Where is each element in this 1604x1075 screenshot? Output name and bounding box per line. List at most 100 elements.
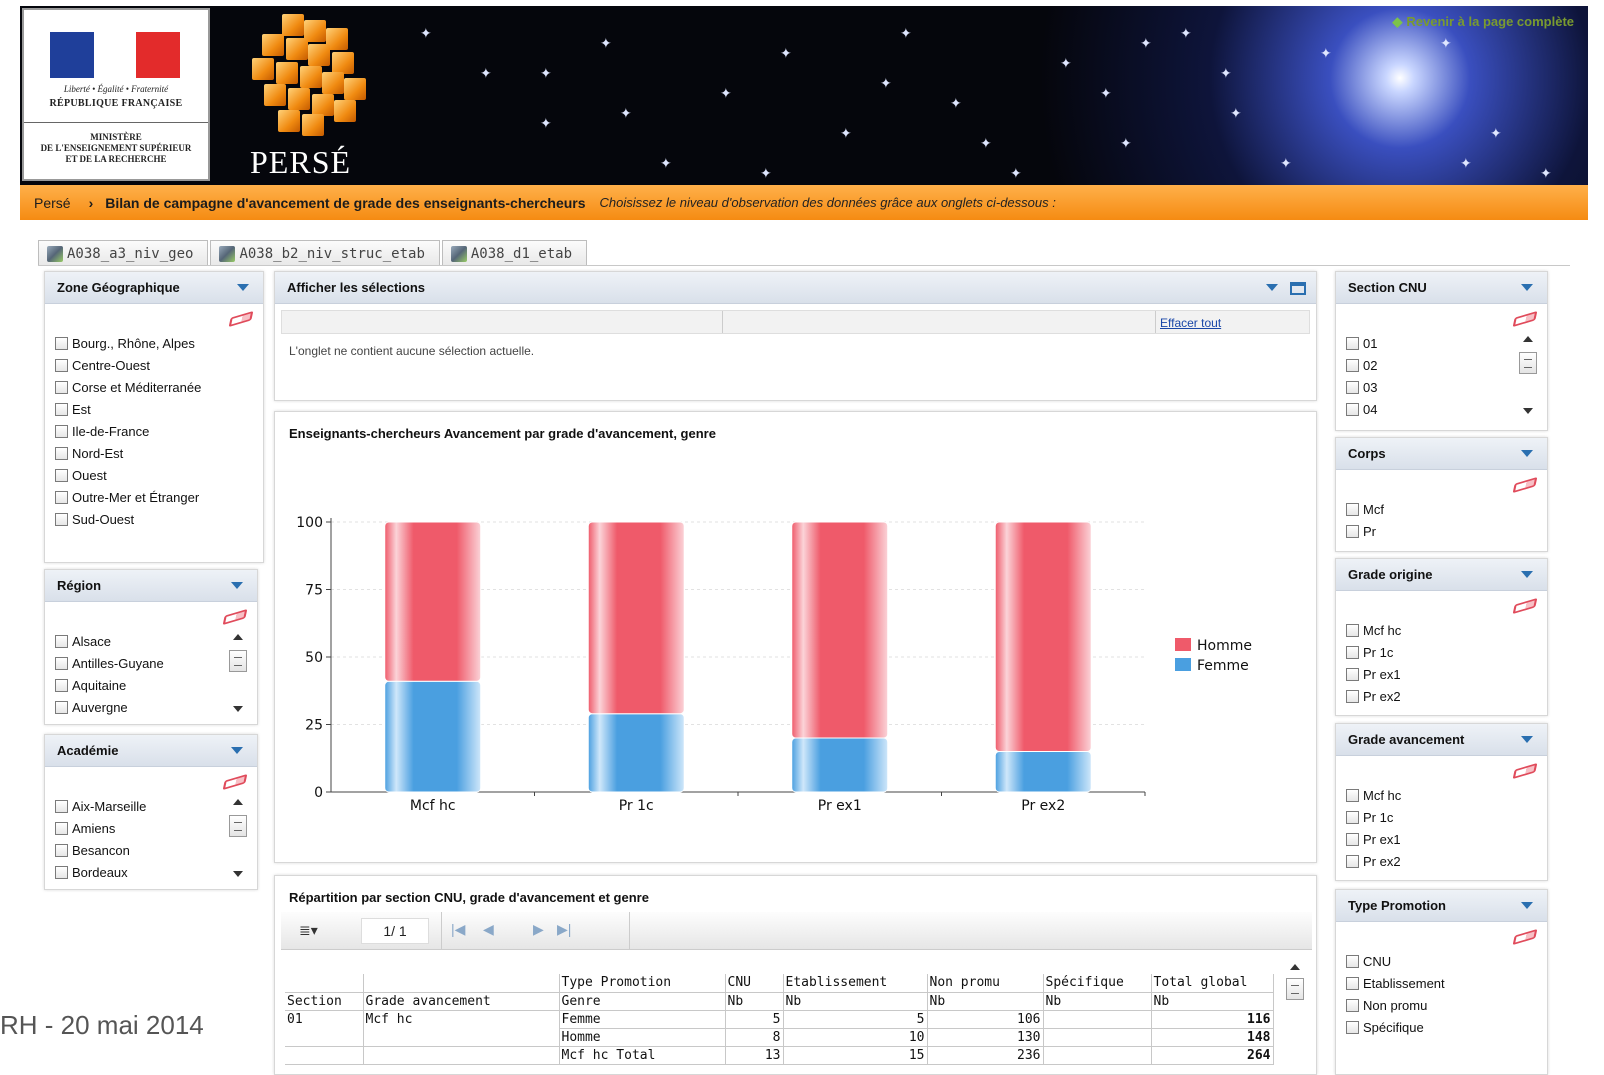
filter-option[interactable]: Alsace (55, 630, 164, 652)
checkbox[interactable] (55, 678, 68, 692)
checkbox[interactable] (55, 634, 68, 648)
first-page-icon[interactable]: |◀ (451, 921, 465, 938)
bar-femme-1[interactable] (587, 713, 685, 793)
filter-option[interactable]: Antilles-Guyane (55, 652, 164, 674)
checkbox[interactable] (1346, 810, 1359, 824)
checkbox[interactable] (1346, 358, 1359, 372)
checkbox[interactable] (1346, 623, 1359, 637)
breadcrumb-root-link[interactable]: Persé (34, 195, 71, 211)
filter-option[interactable]: Etablissement (1346, 972, 1445, 994)
filter-option[interactable]: Pr 1c (1346, 806, 1401, 828)
eraser-icon[interactable] (1512, 597, 1538, 615)
scrollbar[interactable] (1519, 336, 1537, 416)
dropdown-arrow-icon[interactable] (1521, 450, 1533, 457)
bar-femme-2[interactable] (791, 737, 889, 793)
bar-femme-0[interactable] (384, 680, 482, 793)
menu-icon[interactable]: ≣▾ (299, 922, 318, 939)
checkbox[interactable] (55, 865, 68, 879)
filter-option[interactable]: Mcf (1346, 498, 1384, 520)
checkbox[interactable] (55, 424, 68, 438)
filter-option[interactable]: Bourg., Rhône, Alpes (55, 332, 201, 354)
eraser-icon[interactable] (1512, 310, 1538, 328)
filter-option[interactable]: Pr ex2 (1346, 850, 1401, 872)
dropdown-arrow-icon[interactable] (231, 747, 243, 754)
checkbox[interactable] (55, 446, 68, 460)
filter-option[interactable]: Auvergne (55, 696, 164, 718)
dropdown-arrow-icon[interactable] (237, 284, 249, 291)
dropdown-arrow-icon[interactable] (1521, 902, 1533, 909)
dropdown-arrow-icon[interactable] (1521, 284, 1533, 291)
tab-struc-etab[interactable]: A038_b2_niv_struc_etab (210, 240, 440, 266)
filter-option[interactable]: Pr ex2 (1346, 685, 1401, 707)
bar-homme-1[interactable] (587, 521, 685, 715)
filter-option[interactable]: Spécifique (1346, 1016, 1445, 1038)
filter-option[interactable]: Non promu (1346, 994, 1445, 1016)
bar-homme-3[interactable] (994, 521, 1092, 752)
maximize-icon[interactable] (1290, 282, 1306, 295)
filter-option[interactable]: Aquitaine (55, 674, 164, 696)
clear-all-link[interactable]: Effacer tout (1160, 316, 1221, 330)
filter-option[interactable]: Amiens (55, 817, 146, 839)
filter-option[interactable]: CNU (1346, 950, 1445, 972)
next-page-icon[interactable]: ▶ (533, 921, 544, 938)
checkbox[interactable] (55, 402, 68, 416)
filter-option[interactable]: Pr ex1 (1346, 828, 1401, 850)
filter-option[interactable]: Centre-Ouest (55, 354, 201, 376)
checkbox[interactable] (55, 468, 68, 482)
filter-option[interactable]: Corse et Méditerranée (55, 376, 201, 398)
filter-option[interactable]: Aix-Marseille (55, 795, 146, 817)
checkbox[interactable] (55, 336, 68, 350)
checkbox[interactable] (1346, 502, 1359, 516)
filter-option[interactable]: 04 (1346, 398, 1377, 420)
scrollbar[interactable] (229, 634, 247, 714)
filter-option[interactable]: Pr (1346, 520, 1384, 542)
checkbox[interactable] (1346, 645, 1359, 659)
eraser-icon[interactable] (222, 608, 248, 626)
checkbox[interactable] (55, 843, 68, 857)
filter-option[interactable]: 02 (1346, 354, 1377, 376)
checkbox[interactable] (55, 512, 68, 526)
checkbox[interactable] (55, 490, 68, 504)
filter-option[interactable]: Sud-Ouest (55, 508, 201, 530)
filter-option[interactable]: Nord-Est (55, 442, 201, 464)
eraser-icon[interactable] (1512, 476, 1538, 494)
checkbox[interactable] (55, 799, 68, 813)
dropdown-arrow-icon[interactable] (1521, 736, 1533, 743)
filter-option[interactable]: 03 (1346, 376, 1377, 398)
dropdown-arrow-icon[interactable] (1521, 571, 1533, 578)
filter-option[interactable]: Mcf hc (1346, 784, 1401, 806)
filter-option[interactable]: Outre-Mer et Étranger (55, 486, 201, 508)
filter-option[interactable]: Pr ex1 (1346, 663, 1401, 685)
page-input[interactable]: 1/ 1 (361, 918, 429, 944)
bar-homme-2[interactable] (791, 521, 889, 739)
scrollbar[interactable] (229, 799, 247, 879)
checkbox[interactable] (1346, 788, 1359, 802)
bar-homme-0[interactable] (384, 521, 482, 682)
dropdown-arrow-icon[interactable] (231, 582, 243, 589)
checkbox[interactable] (1346, 1020, 1359, 1034)
filter-option[interactable]: 01 (1346, 332, 1377, 354)
eraser-icon[interactable] (1512, 928, 1538, 946)
filter-option[interactable]: Pr 1c (1346, 641, 1401, 663)
eraser-icon[interactable] (222, 773, 248, 791)
filter-option[interactable]: Est (55, 398, 201, 420)
checkbox[interactable] (1346, 998, 1359, 1012)
checkbox[interactable] (55, 821, 68, 835)
checkbox[interactable] (55, 700, 68, 714)
checkbox[interactable] (1346, 689, 1359, 703)
bar-femme-3[interactable] (994, 751, 1092, 793)
filter-option[interactable]: Ouest (55, 464, 201, 486)
prev-page-icon[interactable]: ◀ (483, 921, 494, 938)
eraser-icon[interactable] (1512, 762, 1538, 780)
dropdown-arrow-icon[interactable] (1266, 284, 1278, 291)
filter-option[interactable]: Besancon (55, 839, 146, 861)
scrollbar[interactable] (1286, 956, 1304, 1016)
checkbox[interactable] (55, 656, 68, 670)
checkbox[interactable] (1346, 832, 1359, 846)
checkbox[interactable] (1346, 667, 1359, 681)
filter-option[interactable]: Mcf hc (1346, 619, 1401, 641)
checkbox[interactable] (1346, 524, 1359, 538)
tab-geo[interactable]: A038_a3_niv_geo (38, 240, 209, 266)
filter-option[interactable]: Bordeaux (55, 861, 146, 883)
last-page-icon[interactable]: ▶| (557, 921, 571, 938)
